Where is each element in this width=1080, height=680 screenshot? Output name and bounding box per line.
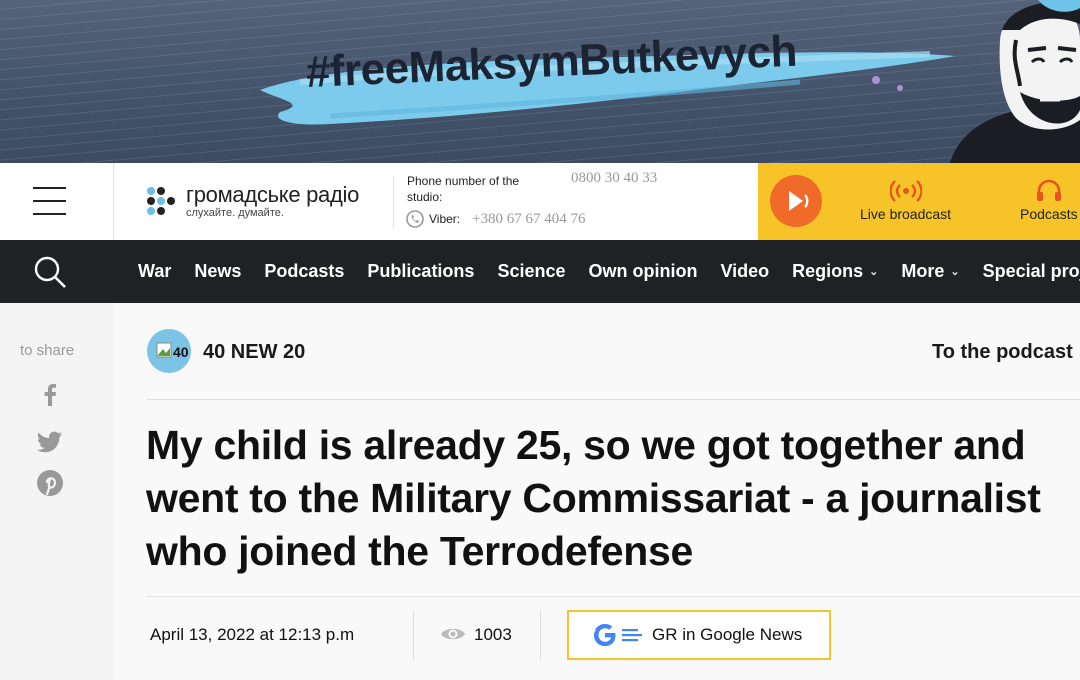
menu-button[interactable] <box>0 163 114 240</box>
to-podcast-link[interactable]: To the podcast <box>932 341 1073 364</box>
pinterest-icon[interactable] <box>35 468 65 498</box>
news-lines-icon <box>622 629 642 642</box>
nav-item-publications[interactable]: Publications <box>367 261 474 282</box>
podcast-name[interactable]: 40 NEW 20 <box>203 341 305 364</box>
nav-item-own-opinion[interactable]: Own opinion <box>588 261 697 282</box>
viber-icon <box>406 210 424 228</box>
headphones-icon <box>1037 179 1061 201</box>
broken-image-icon: 40 <box>156 342 189 360</box>
nav-item-label: Science <box>497 261 566 281</box>
podcasts-link[interactable]: Podcasts <box>1020 206 1078 222</box>
logo-name[interactable]: громадське радіо <box>186 182 359 208</box>
google-icon <box>593 624 616 646</box>
nav-item-label: Regions <box>792 261 864 281</box>
broadcast-icon <box>890 180 922 202</box>
menu-icon <box>33 187 66 189</box>
podcast-avatar[interactable]: 40 <box>147 329 191 373</box>
header-divider <box>393 176 394 228</box>
logo-tagline: слухайте. думайте. <box>186 207 284 219</box>
nav-item-label: Publications <box>367 261 475 281</box>
play-button[interactable] <box>770 175 822 227</box>
phone-label: Phone number of the studio: <box>407 174 520 204</box>
play-icon <box>789 191 809 211</box>
viber-label: Viber: <box>429 212 461 226</box>
viber-number[interactable]: +380 67 67 404 76 <box>472 211 585 228</box>
nav-item-label: Podcasts <box>264 261 345 281</box>
nav-item-special-projects[interactable]: Special projects <box>983 261 1080 282</box>
nav-item-label: More <box>901 261 945 281</box>
phone-number[interactable]: 0800 30 40 33 <box>571 168 661 189</box>
article-date: April 13, 2022 at 12:13 p.m <box>150 625 355 644</box>
chevron-down-icon: ⌄ <box>950 266 960 278</box>
article-headline: My child is already 25, so we got togeth… <box>146 422 1041 574</box>
nav-item-label: Video <box>720 261 770 281</box>
meta-divider <box>540 610 541 660</box>
meta-divider <box>413 610 414 660</box>
nav-item-label: Special projects <box>982 261 1080 281</box>
portrait-illustration <box>950 0 1080 163</box>
search-icon[interactable] <box>32 254 68 290</box>
nav-item-label: War <box>138 261 172 281</box>
twitter-icon[interactable] <box>35 426 65 456</box>
view-count: 1003 <box>474 625 512 644</box>
divider <box>147 596 1080 597</box>
campaign-banner[interactable]: #freeMaksymButkevych <box>0 0 1080 163</box>
views-icon <box>441 628 465 640</box>
nav-item-more[interactable]: More ⌄ <box>901 261 959 282</box>
chevron-down-icon: ⌄ <box>869 266 879 278</box>
nav-item-war[interactable]: War <box>138 261 171 282</box>
facebook-icon[interactable] <box>35 380 65 410</box>
nav-items: War News Podcasts Publications Science Own op… <box>138 240 1080 303</box>
nav-item-regions[interactable]: Regions ⌄ <box>792 261 878 282</box>
divider <box>147 399 1080 400</box>
share-label: to share <box>20 342 75 359</box>
live-broadcast-link[interactable]: Live broadcast <box>860 206 951 222</box>
nav-item-label: News <box>194 261 242 281</box>
nav-item-science[interactable]: Science <box>497 261 565 282</box>
nav-item-video[interactable]: Video <box>720 261 769 282</box>
menu-icon-bar <box>33 200 66 202</box>
avatar-alt-text: 40 <box>173 344 189 360</box>
nav-item-podcasts[interactable]: Podcasts <box>264 261 344 282</box>
google-news-label: GR in Google News <box>652 625 803 644</box>
nav-item-news[interactable]: News <box>194 261 241 282</box>
logo-icon[interactable] <box>146 186 176 216</box>
nav-item-label: Own opinion <box>588 261 698 281</box>
menu-icon-bar <box>33 213 66 215</box>
